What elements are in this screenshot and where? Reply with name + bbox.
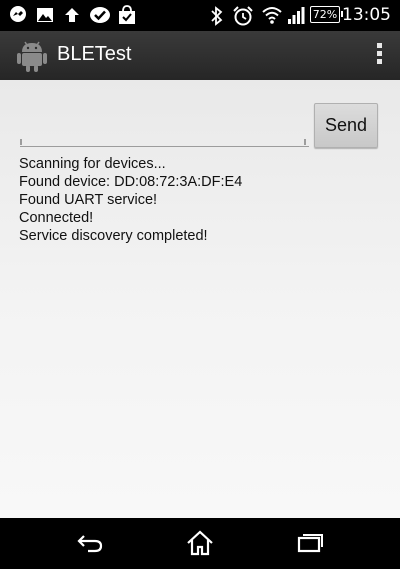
messenger-icon bbox=[10, 6, 26, 22]
alarm-icon bbox=[233, 6, 253, 26]
status-bar: 72% 13:05 bbox=[0, 0, 400, 31]
log-line: Found UART service! bbox=[19, 192, 158, 208]
recents-icon[interactable] bbox=[297, 532, 325, 554]
android-robot-icon[interactable] bbox=[16, 39, 48, 73]
navigation-bar bbox=[0, 518, 400, 569]
battery-icon: 72% bbox=[310, 6, 343, 23]
wifi-icon bbox=[262, 7, 282, 24]
shop-bag-icon bbox=[119, 5, 135, 24]
overflow-menu-icon[interactable] bbox=[374, 43, 384, 69]
upload-icon bbox=[65, 8, 79, 22]
battery-level: 72% bbox=[312, 8, 338, 21]
app-title: BLETest bbox=[57, 43, 132, 65]
back-icon[interactable] bbox=[76, 532, 104, 554]
log-line: Found device: DD:08:72:3A:DF:E4 bbox=[19, 174, 243, 190]
input-underline-right-cap bbox=[304, 139, 306, 145]
log-line: Service discovery completed! bbox=[19, 228, 208, 244]
send-button[interactable]: Send bbox=[314, 103, 378, 148]
log-line: Scanning for devices... bbox=[19, 156, 166, 172]
log-line: Connected! bbox=[19, 210, 94, 226]
check-icon bbox=[90, 7, 110, 23]
signal-icon bbox=[288, 7, 305, 24]
main-content: Send Scanning for devices... Found devic… bbox=[0, 80, 400, 518]
bluetooth-icon bbox=[211, 6, 223, 26]
message-input[interactable] bbox=[20, 120, 309, 147]
input-underline-left-cap bbox=[20, 139, 22, 145]
gallery-icon bbox=[37, 8, 53, 22]
log-output: Scanning for devices... Found device: DD… bbox=[19, 155, 389, 245]
clock: 13:05 bbox=[342, 5, 391, 25]
action-bar: BLETest bbox=[0, 31, 400, 81]
home-icon[interactable] bbox=[185, 530, 215, 556]
